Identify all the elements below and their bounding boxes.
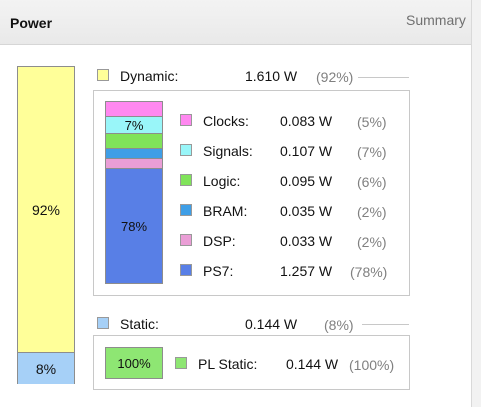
- ps7-segment-label: 78%: [120, 218, 148, 234]
- total-power-bar: 92% 8%: [17, 66, 75, 384]
- panel-title: Power: [10, 15, 53, 31]
- dynamic-segment: 92%: [18, 67, 74, 352]
- dynamic-pct: (92%): [316, 69, 354, 85]
- pl-static-value: 0.144 W: [286, 356, 339, 372]
- dynamic-value: 1.610 W: [245, 68, 298, 84]
- logic-segment: [106, 134, 162, 149]
- component-value: 0.083 W: [280, 113, 333, 129]
- component-name: PS7:: [203, 263, 234, 279]
- bram-swatch: [180, 204, 192, 216]
- pl-static-label: PL Static:: [198, 356, 258, 372]
- dsp-segment: [106, 159, 162, 169]
- component-name: Clocks:: [203, 113, 249, 129]
- static-segment: 8%: [18, 352, 74, 384]
- ps7-segment: 78%: [106, 169, 162, 283]
- logic-swatch: [180, 174, 192, 186]
- scrollbar-track[interactable]: [471, 0, 481, 407]
- signals-swatch: [180, 144, 192, 156]
- component-value: 1.257 W: [280, 263, 333, 279]
- divider: [362, 324, 409, 325]
- dynamic-swatch: [97, 69, 109, 81]
- ps7-swatch: [180, 264, 192, 276]
- static-segment-label: 8%: [35, 360, 57, 377]
- component-value: 0.107 W: [280, 143, 333, 159]
- pl-static-pct: (100%): [349, 357, 395, 373]
- component-pct: (7%): [357, 144, 387, 160]
- component-name: DSP:: [203, 233, 236, 249]
- clocks-segment: [106, 102, 162, 117]
- dynamic-breakdown-bar: 7% 78%: [105, 101, 163, 284]
- summary-link[interactable]: Summary: [406, 12, 466, 28]
- component-pct: (78%): [350, 264, 388, 280]
- component-name: BRAM:: [203, 203, 248, 219]
- static-breakdown-bar: 100%: [105, 347, 163, 379]
- static-label: Static:: [120, 316, 159, 332]
- component-value: 0.095 W: [280, 173, 333, 189]
- bram-segment: [106, 149, 162, 159]
- component-name: Logic:: [203, 173, 241, 189]
- component-pct: (6%): [357, 174, 387, 190]
- component-pct: (5%): [357, 114, 387, 130]
- static-bar-label: 100%: [117, 355, 151, 371]
- clocks-swatch: [180, 114, 192, 126]
- component-value: 0.035 W: [280, 203, 333, 219]
- dynamic-label: Dynamic:: [120, 68, 179, 84]
- component-pct: (2%): [357, 234, 387, 250]
- component-value: 0.033 W: [280, 233, 333, 249]
- pl-static-swatch: [175, 357, 187, 369]
- component-name: Signals:: [203, 143, 253, 159]
- component-pct: (2%): [357, 204, 387, 220]
- static-value: 0.144 W: [245, 316, 298, 332]
- divider: [358, 77, 409, 78]
- dsp-swatch: [180, 234, 192, 246]
- signals-segment: 7%: [106, 117, 162, 134]
- signals-segment-label: 7%: [124, 117, 144, 133]
- dynamic-segment-label: 92%: [31, 201, 61, 218]
- panel-header: Power Summary: [0, 0, 471, 45]
- static-swatch: [97, 317, 109, 329]
- static-pct: (8%): [324, 317, 354, 333]
